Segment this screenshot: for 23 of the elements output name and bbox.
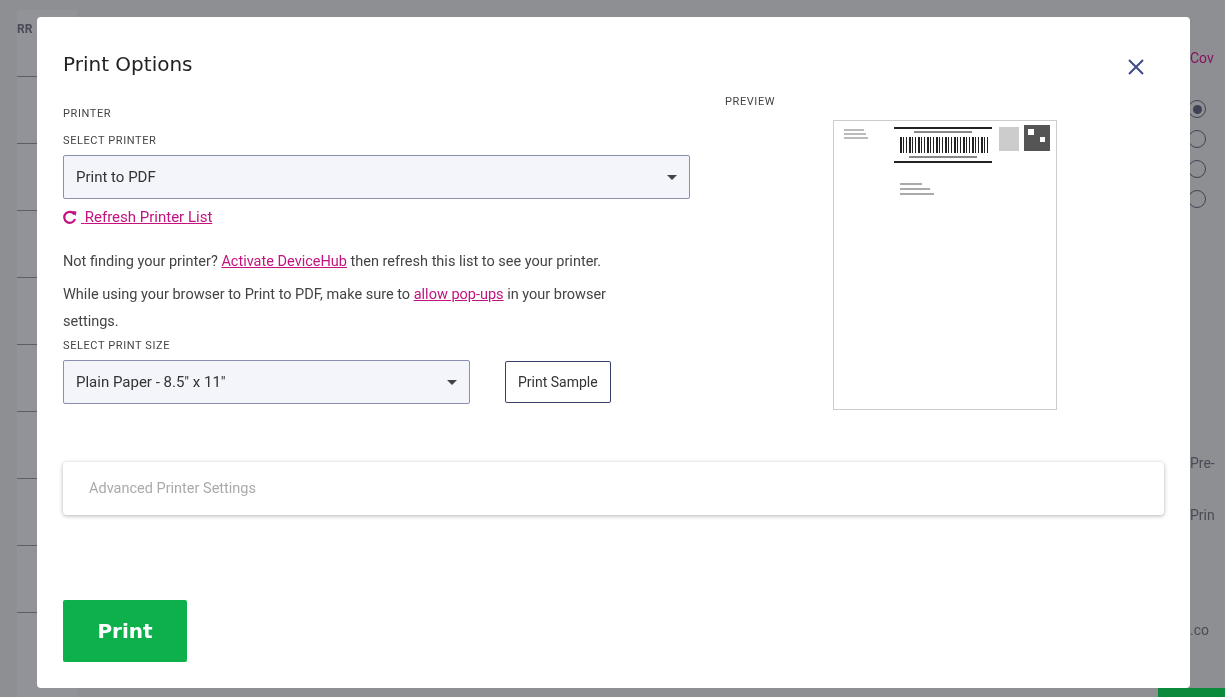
help-text: Not finding your printer? Activate DeviceHub then refresh this list to see your printer. (63, 252, 603, 272)
backdrop-text: Pre- (1190, 455, 1215, 471)
section-label: PRINTER (63, 107, 113, 120)
dialog-title: Print Options (63, 52, 193, 76)
backdrop-text: Cov (1190, 50, 1214, 66)
refresh-icon (63, 210, 77, 224)
printer-dropdown[interactable]: Print to PDF (63, 155, 690, 199)
backdrop-bar (1158, 688, 1225, 697)
refresh-link[interactable]: Refresh Printer List (63, 208, 690, 226)
size-dropdown[interactable]: Plain Paper - 8.5" x 11" (63, 360, 470, 404)
close-icon[interactable] (1126, 57, 1146, 77)
field-label: SELECT PRINT SIZE (63, 339, 172, 352)
caret-icon (447, 379, 457, 385)
devicehub-link[interactable]: Activate DeviceHub (221, 253, 347, 270)
backdrop-text: RR (17, 22, 33, 36)
backdrop-text: Prin (1190, 507, 1215, 523)
print-sample-button[interactable]: Print Sample (505, 361, 611, 403)
preview-label: PREVIEW (725, 95, 777, 108)
popups-link[interactable]: allow pop-ups (413, 286, 504, 303)
backdrop-text: .co (1190, 622, 1209, 638)
caret-icon (667, 174, 677, 180)
field-label: SELECT PRINTER (63, 134, 158, 147)
help-text: While using your browser to Print to PDF, make sure to allow pop-ups in your browser settings. (63, 285, 608, 332)
